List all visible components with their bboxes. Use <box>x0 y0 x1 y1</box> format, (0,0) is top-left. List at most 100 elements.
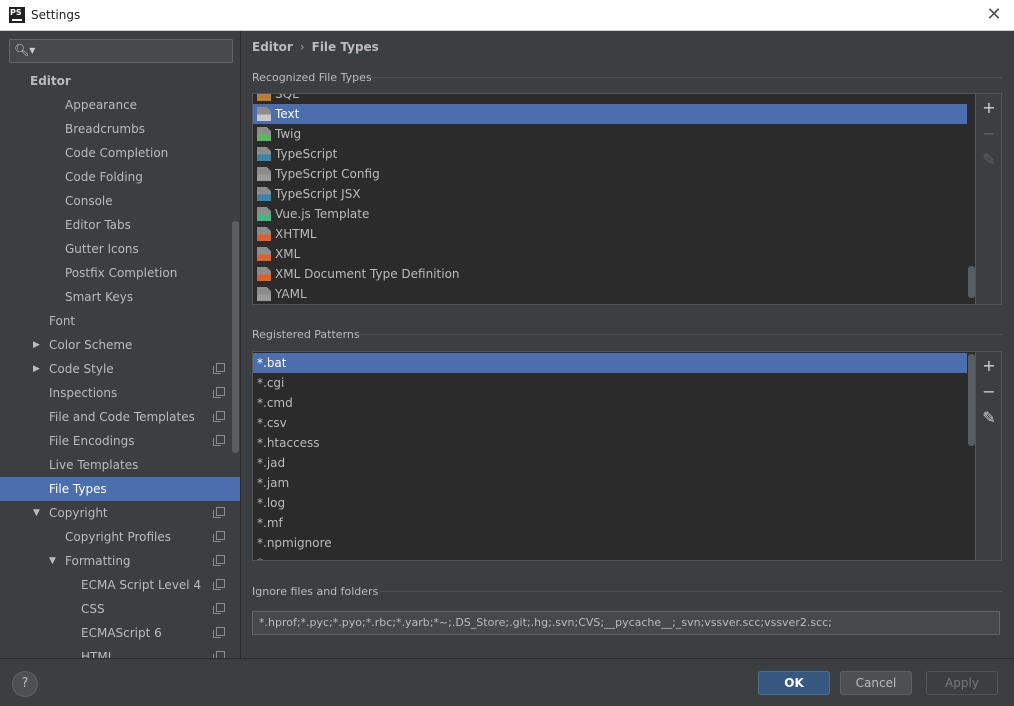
window-title: Settings <box>31 8 81 22</box>
project-scope-icon <box>213 603 225 614</box>
file-type-row[interactable]: XHTML <box>253 224 967 244</box>
sidebar-item-editor-tabs[interactable]: Editor Tabs <box>0 213 231 237</box>
sidebar-item-font[interactable]: Font <box>0 309 231 333</box>
collapse-arrow-icon[interactable]: ▼ <box>33 501 45 525</box>
sidebar-item-file-encodings[interactable]: File Encodings <box>0 429 231 453</box>
yaml-file-icon <box>257 287 271 301</box>
file-type-row[interactable]: YAML <box>253 284 967 304</box>
sidebar-scrollbar[interactable] <box>232 221 239 453</box>
file-type-row[interactable]: SQL <box>253 94 967 104</box>
pattern-label: *.cmd <box>257 396 293 410</box>
pattern-row[interactable]: *.npmignore <box>253 533 967 553</box>
pattern-row[interactable]: *.log <box>253 493 967 513</box>
file-type-row[interactable]: TypeScript JSX <box>253 184 967 204</box>
sidebar-item-smart-keys[interactable]: Smart Keys <box>0 285 231 309</box>
pattern-row[interactable]: *.jam <box>253 473 967 493</box>
file-type-label: XML <box>275 247 301 261</box>
sidebar-item-editor[interactable]: Editor <box>0 69 231 93</box>
file-type-row[interactable]: Vue.js Template <box>253 204 967 224</box>
pattern-row[interactable]: *.htaccess <box>253 433 967 453</box>
search-input[interactable]: 🔍︎▾ <box>9 39 233 63</box>
sidebar-item-formatting[interactable]: ▼ Formatting <box>0 549 231 573</box>
sidebar-item-label: CSS <box>81 602 105 616</box>
sidebar-item-breadcrumbs[interactable]: Breadcrumbs <box>0 117 231 141</box>
vue-file-icon <box>257 207 271 221</box>
pattern-row[interactable]: *.bat <box>253 353 967 373</box>
registered-patterns-label: Registered Patterns <box>252 328 360 341</box>
divider <box>380 591 1002 592</box>
search-icon: 🔍︎▾ <box>14 43 36 57</box>
file-type-row[interactable]: Text <box>253 104 967 124</box>
cancel-button[interactable]: Cancel <box>840 671 912 695</box>
sidebar-item-label: Code Folding <box>65 170 143 184</box>
edit-pattern-button[interactable]: ✎ <box>976 406 1002 430</box>
expand-arrow-icon[interactable]: ▶ <box>33 333 45 357</box>
sidebar-item-code-folding[interactable]: Code Folding <box>0 165 231 189</box>
ok-button[interactable]: OK <box>758 671 830 695</box>
sidebar-item-console[interactable]: Console <box>0 189 231 213</box>
close-icon[interactable]: ✕ <box>982 3 1006 27</box>
sidebar-item-html[interactable]: HTML <box>0 645 231 658</box>
sidebar-item-inspections[interactable]: Inspections <box>0 381 231 405</box>
file-types-toolbar: + − ✎ <box>976 93 1002 305</box>
sidebar-item-copyright[interactable]: ▼ Copyright <box>0 501 231 525</box>
sidebar-item-css[interactable]: CSS <box>0 597 231 621</box>
sidebar-item-postfix-completion[interactable]: Postfix Completion <box>0 261 231 285</box>
edit-file-type-button[interactable]: ✎ <box>976 148 1002 172</box>
sidebar-item-code-style[interactable]: ▶ Code Style <box>0 357 231 381</box>
pattern-row[interactable]: *.cmd <box>253 393 967 413</box>
sidebar-item-label: Color Scheme <box>49 338 133 352</box>
breadcrumb-parent[interactable]: Editor <box>252 40 293 54</box>
sql-file-icon <box>257 94 271 101</box>
phpstorm-app-icon: PS <box>9 7 25 23</box>
file-type-row[interactable]: Twig <box>253 124 967 144</box>
expand-arrow-icon[interactable]: ▶ <box>33 357 45 381</box>
patterns-toolbar: + − ✎ <box>976 351 1002 561</box>
sidebar-item-file-types[interactable]: File Types <box>0 477 240 501</box>
apply-button[interactable]: Apply <box>926 671 998 695</box>
pattern-row[interactable]: *.csv <box>253 413 967 433</box>
pattern-row[interactable]: *.mf <box>253 513 967 533</box>
patterns-scrollbar[interactable] <box>968 354 975 446</box>
sidebar-item-gutter-icons[interactable]: Gutter Icons <box>0 237 231 261</box>
sidebar-item-ecma-script-level-4[interactable]: ECMA Script Level 4 <box>0 573 231 597</box>
ignore-files-input[interactable]: *.hprof;*.pyc;*.pyo;*.rbc;*.yarb;*~;.DS_… <box>252 611 1000 635</box>
project-scope-icon <box>213 411 225 422</box>
sidebar-item-color-scheme[interactable]: ▶ Color Scheme <box>0 333 231 357</box>
remove-file-type-button[interactable]: − <box>976 122 1002 146</box>
sidebar-item-ecmascript-6[interactable]: ECMAScript 6 <box>0 621 231 645</box>
sidebar-item-appearance[interactable]: Appearance <box>0 93 231 117</box>
sidebar-item-code-completion[interactable]: Code Completion <box>0 141 231 165</box>
sidebar-item-live-templates[interactable]: Live Templates <box>0 453 231 477</box>
breadcrumb-current: File Types <box>311 40 379 54</box>
sidebar-item-label: Editor Tabs <box>65 218 131 232</box>
sidebar-item-file-and-code-templates[interactable]: File and Code Templates <box>0 405 231 429</box>
pattern-row[interactable]: *.jad <box>253 453 967 473</box>
add-file-type-button[interactable]: + <box>976 96 1002 120</box>
file-type-row[interactable]: XML Document Type Definition <box>253 264 967 284</box>
pattern-label: *.mf <box>257 516 283 530</box>
file-type-label: YAML <box>275 287 307 301</box>
remove-pattern-button[interactable]: − <box>976 380 1002 404</box>
add-pattern-button[interactable]: + <box>976 354 1002 378</box>
file-types-scrollbar[interactable] <box>968 266 975 298</box>
pattern-row[interactable]: *.cgi <box>253 373 967 393</box>
text-file-icon <box>257 107 271 121</box>
file-type-row[interactable]: TypeScript Config <box>253 164 967 184</box>
sidebar-item-label: File and Code Templates <box>49 410 195 424</box>
collapse-arrow-icon[interactable]: ▼ <box>49 549 61 573</box>
sidebar-item-label: Smart Keys <box>65 290 134 304</box>
registered-patterns-list[interactable]: *.bat *.cgi *.cmd *.csv *.htaccess *.jad *.jam… <box>252 351 976 561</box>
sidebar-item-label: Code Style <box>49 362 114 376</box>
help-button[interactable]: ? <box>12 671 38 697</box>
file-type-row[interactable]: TypeScript <box>253 144 967 164</box>
file-type-label: TypeScript <box>275 147 338 161</box>
settings-sidebar: 🔍︎▾ Editor Appearance Breadcrumbs Code Comp… <box>0 31 241 658</box>
sidebar-item-copyright-profiles[interactable]: Copyright Profiles <box>0 525 231 549</box>
pattern-row[interactable]: *. <box>253 553 967 560</box>
file-type-row[interactable]: XML <box>253 244 967 264</box>
pattern-label: *.csv <box>257 416 287 430</box>
recognized-file-types-list[interactable]: SQL Text Twig TypeScript TypeScript Config Ty… <box>252 93 976 305</box>
sidebar-item-label: Gutter Icons <box>65 242 139 256</box>
file-type-label: TypeScript Config <box>275 167 380 181</box>
